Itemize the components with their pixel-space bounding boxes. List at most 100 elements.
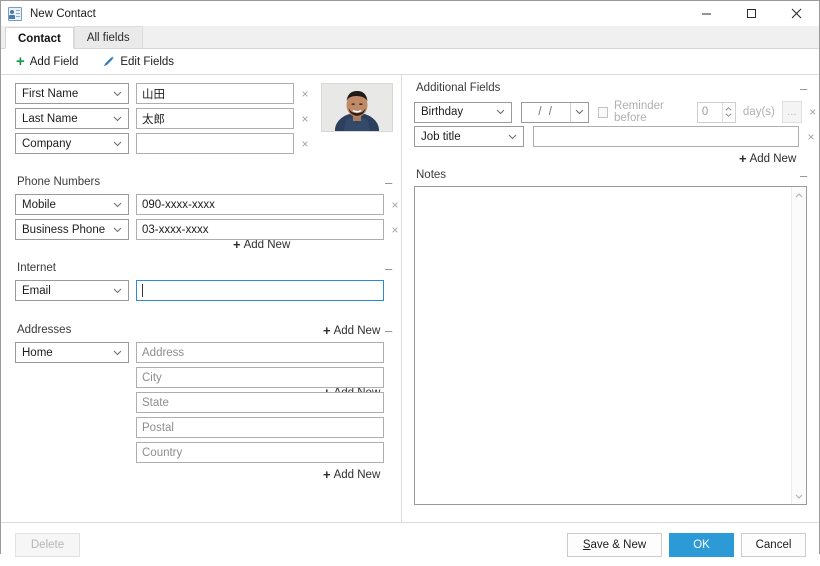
last-name-input[interactable]: 太郎	[136, 108, 294, 129]
first-name-input[interactable]: 山田	[136, 83, 294, 104]
first-name-type-select[interactable]: First Name	[15, 83, 129, 104]
scroll-down-arrow-icon[interactable]	[795, 490, 803, 502]
add-new-phone-label: Add New	[333, 324, 381, 337]
remove-last-name-button[interactable]: ×	[298, 113, 312, 125]
company-type-select[interactable]: Company	[15, 133, 129, 154]
chevron-down-icon	[113, 138, 122, 150]
business-phone-type-select[interactable]: Business Phone	[15, 219, 129, 240]
company-input[interactable]	[136, 133, 294, 154]
address-type-label: Home	[22, 346, 53, 359]
last-name-type-select[interactable]: Last Name	[15, 108, 129, 129]
chevron-down-icon	[113, 285, 122, 297]
pencil-icon	[102, 55, 115, 68]
internet-group-label: Internet	[17, 262, 56, 274]
notes-textarea[interactable]	[414, 186, 807, 505]
minimize-button[interactable]	[684, 1, 729, 26]
reminder-more-button[interactable]: ...	[781, 101, 802, 123]
save-and-new-accel: S	[582, 539, 591, 551]
address-type-select[interactable]: Home	[15, 342, 129, 363]
field-row-business-phone: Business Phone 03-xxxx-xxxx ×	[15, 219, 402, 240]
business-phone-value: 03-xxxx-xxxx	[142, 223, 209, 236]
tab-all-fields[interactable]: All fields	[73, 26, 143, 48]
window-controls	[684, 1, 819, 26]
cancel-button[interactable]: Cancel	[741, 533, 806, 557]
scroll-up-arrow-icon[interactable]	[795, 189, 803, 201]
address-country-input[interactable]: Country	[136, 442, 384, 463]
field-row-last-name: Last Name 太郎 ×	[15, 108, 312, 129]
job-title-type-select[interactable]: Job title	[414, 126, 524, 147]
ok-button[interactable]: OK	[669, 533, 734, 557]
field-row-email: Email	[15, 280, 384, 301]
email-value-input[interactable]	[136, 280, 384, 301]
addresses-collapse-button[interactable]: –	[385, 324, 392, 337]
delete-label: Delete	[30, 539, 65, 551]
birthday-date-dropdown-button[interactable]	[570, 102, 588, 122]
remove-job-title-button[interactable]: ×	[804, 131, 818, 143]
tab-contact[interactable]: Contact	[5, 27, 74, 49]
maximize-button[interactable]	[729, 1, 774, 26]
contact-photo[interactable]	[321, 83, 393, 132]
job-title-input[interactable]	[533, 126, 799, 147]
notes-label: Notes	[416, 169, 447, 181]
edit-fields-button[interactable]: Edit Fields	[93, 50, 183, 73]
add-new-name-label: Add New	[243, 238, 291, 251]
add-new-phone-link[interactable]: + Add New	[323, 324, 380, 337]
save-and-new-label: ave & New	[590, 539, 647, 551]
chevron-down-icon	[113, 88, 122, 100]
remove-mobile-button[interactable]: ×	[388, 199, 402, 211]
chevron-down-icon	[496, 106, 505, 118]
notes-scrollbar[interactable]	[791, 187, 806, 504]
mobile-value-input[interactable]: 090-xxxx-xxxx	[136, 194, 384, 215]
add-new-additional-link[interactable]: + Add New	[739, 152, 796, 165]
remove-birthday-button[interactable]: ×	[807, 106, 819, 118]
notes-collapse-button[interactable]: –	[800, 169, 807, 182]
addresses-group-label: Addresses	[17, 324, 72, 336]
reminder-days-value: 0	[701, 106, 709, 118]
business-phone-value-input[interactable]: 03-xxxx-xxxx	[136, 219, 384, 240]
stepper-arrows[interactable]	[722, 102, 735, 122]
address-street-placeholder: Address	[142, 346, 185, 359]
save-and-new-button[interactable]: Save & New	[567, 533, 662, 557]
chevron-down-icon	[113, 347, 122, 359]
add-field-button[interactable]: + Add Field	[7, 50, 87, 73]
business-phone-type-label: Business Phone	[22, 223, 106, 236]
plus-icon: +	[739, 151, 747, 166]
remove-business-phone-button[interactable]: ×	[388, 224, 402, 236]
title-bar: New Contact	[1, 1, 819, 26]
email-type-select[interactable]: Email	[15, 280, 129, 301]
chevron-down-icon	[113, 199, 122, 211]
edit-fields-label: Edit Fields	[120, 55, 175, 68]
add-new-address-link[interactable]: + Add New	[323, 468, 380, 481]
address-street-input[interactable]: Address	[136, 342, 384, 363]
additional-fields-collapse-button[interactable]: –	[800, 82, 807, 95]
remove-company-button[interactable]: ×	[298, 138, 312, 150]
cancel-label: Cancel	[755, 539, 792, 551]
mobile-type-select[interactable]: Mobile	[15, 194, 129, 215]
remove-first-name-button[interactable]: ×	[298, 88, 312, 100]
phone-collapse-button[interactable]: –	[385, 176, 392, 189]
additional-fields-label: Additional Fields	[416, 82, 501, 94]
field-row-job-title: Job title ×	[414, 126, 818, 147]
birthday-date-input[interactable]: / /	[521, 101, 589, 123]
address-city-input[interactable]: City	[136, 367, 384, 388]
email-type-label: Email	[22, 284, 51, 297]
birthday-type-select[interactable]: Birthday	[414, 101, 513, 123]
address-postal-input[interactable]: Postal	[136, 417, 384, 438]
reminder-checkbox[interactable]	[598, 106, 608, 118]
address-state-input[interactable]: State	[136, 392, 384, 413]
address-country-placeholder: Country	[142, 446, 183, 459]
close-button[interactable]	[774, 1, 819, 26]
toolbar: + Add Field Edit Fields	[1, 49, 819, 75]
address-postal-placeholder: Postal	[142, 421, 174, 434]
plus-icon: +	[323, 467, 331, 482]
notes-text[interactable]	[415, 187, 791, 504]
plus-icon: +	[323, 323, 331, 338]
delete-button[interactable]: Delete	[15, 533, 80, 557]
internet-collapse-button[interactable]: –	[385, 262, 392, 275]
reminder-days-stepper[interactable]: 0	[696, 101, 736, 123]
field-row-mobile: Mobile 090-xxxx-xxxx ×	[15, 194, 402, 215]
tab-strip: Contact All fields	[1, 26, 819, 49]
ok-label: OK	[693, 539, 710, 551]
last-name-type-label: Last Name	[22, 112, 78, 125]
contact-card-icon	[8, 6, 22, 21]
